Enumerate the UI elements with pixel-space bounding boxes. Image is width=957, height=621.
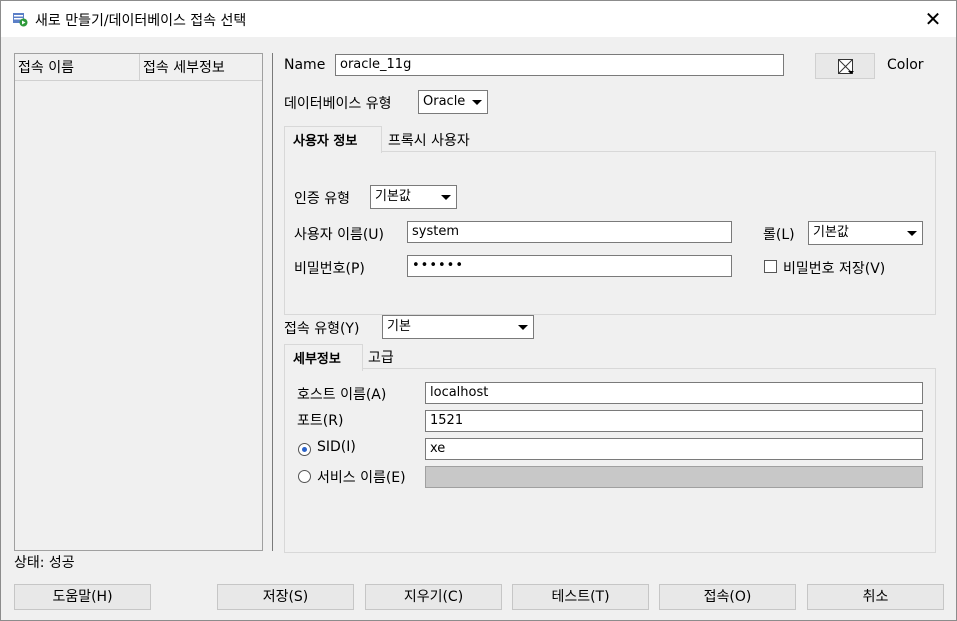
tab-proxy-user[interactable]: 프록시 사용자	[388, 130, 470, 150]
host-input[interactable]: localhost	[425, 382, 923, 404]
color-label: Color	[887, 57, 924, 73]
database-type-select[interactable]: Oracle	[418, 90, 488, 114]
connection-type-value: 기본	[387, 319, 411, 334]
role-label: 롤(L)	[763, 227, 795, 243]
help-button[interactable]: 도움말(H)	[14, 584, 151, 610]
column-divider[interactable]	[139, 54, 140, 80]
sid-input[interactable]: xe	[425, 438, 923, 460]
database-type-value: Oracle	[423, 94, 466, 109]
connection-list[interactable]: 접속 이름 접속 세부정보	[14, 53, 263, 551]
role-select[interactable]: 기본값	[808, 221, 923, 245]
cancel-button[interactable]: 취소	[807, 584, 944, 610]
chevron-down-icon	[472, 100, 482, 105]
close-icon[interactable]: ✕	[910, 1, 956, 37]
test-button[interactable]: 테스트(T)	[512, 584, 649, 610]
database-connection-icon	[13, 13, 28, 27]
tab-advanced[interactable]: 고급	[368, 347, 394, 367]
save-password-checkbox[interactable]	[764, 260, 777, 273]
service-name-input	[425, 466, 923, 488]
status-text: 상태: 성공	[14, 555, 75, 571]
connection-type-select[interactable]: 기본	[382, 315, 534, 339]
password-input[interactable]: ••••••	[407, 255, 732, 277]
clear-button[interactable]: 지우기(C)	[365, 584, 502, 610]
chevron-down-icon	[518, 325, 528, 330]
window-title: 새로 만들기/데이터베이스 접속 선택	[35, 13, 247, 29]
connection-type-label: 접속 유형(Y)	[284, 321, 360, 337]
auth-type-label: 인증 유형	[294, 191, 350, 207]
service-name-radio[interactable]	[298, 470, 311, 483]
auth-type-value: 기본값	[375, 189, 411, 204]
sid-label[interactable]: SID(I)	[317, 439, 356, 455]
name-input[interactable]: oracle_11g	[335, 54, 784, 76]
connect-button[interactable]: 접속(O)	[659, 584, 796, 610]
port-label: 포트(R)	[297, 413, 344, 429]
connection-dialog: 새로 만들기/데이터베이스 접속 선택 ✕ 접속 이름 접속 세부정보 Name…	[0, 0, 957, 621]
host-label: 호스트 이름(A)	[297, 387, 387, 403]
column-header-detail[interactable]: 접속 세부정보	[143, 57, 225, 77]
save-password-label[interactable]: 비밀번호 저장(V)	[783, 258, 885, 278]
title-bar: 새로 만들기/데이터베이스 접속 선택 ✕	[1, 1, 956, 37]
auth-type-select[interactable]: 기본값	[370, 185, 457, 209]
color-swatch-icon	[838, 59, 854, 74]
chevron-down-icon	[907, 231, 917, 236]
tab-user-info[interactable]: 사용자 정보	[284, 126, 382, 153]
column-header-name[interactable]: 접속 이름	[18, 57, 74, 77]
splitter[interactable]	[272, 53, 273, 551]
sid-radio[interactable]	[298, 443, 311, 456]
port-input[interactable]: 1521	[425, 410, 923, 432]
service-name-label[interactable]: 서비스 이름(E)	[317, 467, 406, 487]
username-label: 사용자 이름(U)	[294, 227, 385, 243]
username-input[interactable]: system	[407, 221, 732, 243]
name-label: Name	[284, 57, 326, 73]
database-type-label: 데이터베이스 유형	[284, 96, 392, 112]
chevron-down-icon	[441, 195, 451, 200]
role-value: 기본값	[813, 225, 849, 240]
password-label: 비밀번호(P)	[294, 261, 365, 277]
save-button[interactable]: 저장(S)	[217, 584, 354, 610]
color-picker-button[interactable]	[815, 53, 875, 79]
tab-details[interactable]: 세부정보	[284, 344, 363, 371]
connection-list-header: 접속 이름 접속 세부정보	[15, 54, 262, 81]
